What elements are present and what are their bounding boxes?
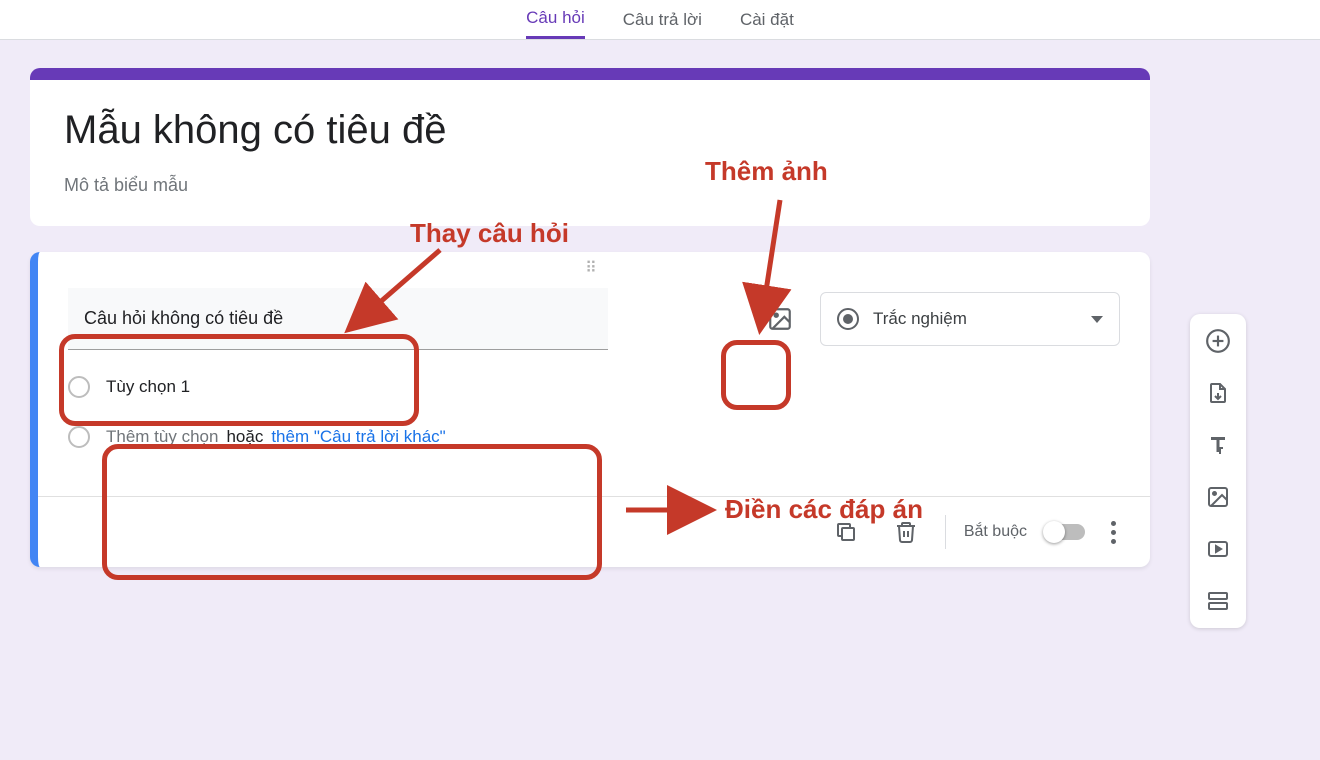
- add-section-button[interactable]: [1205, 588, 1231, 614]
- form-header-card: Mẫu không có tiêu đề Mô tả biểu mẫu: [30, 68, 1150, 226]
- question-title-input[interactable]: [68, 288, 608, 350]
- tabs-bar: Câu hỏi Câu trả lời Cài đặt: [0, 0, 1320, 40]
- form-description[interactable]: Mô tả biểu mẫu: [64, 175, 1116, 196]
- annotation-label-answers: Điền các đáp án: [725, 494, 923, 525]
- divider: [945, 515, 946, 549]
- add-image-button[interactable]: [756, 295, 804, 343]
- add-option-button[interactable]: Thêm tùy chọn: [106, 427, 218, 447]
- add-image-tool-button[interactable]: [1205, 484, 1231, 510]
- question-type-select[interactable]: Trắc nghiệm: [820, 292, 1120, 346]
- question-card: ⠿ Trắc nghiệm Tùy chọn 1 Thêm tùy c: [30, 252, 1150, 567]
- add-title-button[interactable]: [1205, 432, 1231, 458]
- option-1-text[interactable]: Tùy chọn 1: [106, 377, 190, 397]
- more-options-button[interactable]: [1103, 513, 1124, 552]
- image-icon: [767, 306, 793, 332]
- tab-settings[interactable]: Cài đặt: [740, 2, 794, 38]
- annotation-label-question: Thay câu hỏi: [410, 218, 569, 249]
- image-icon: [1206, 485, 1230, 509]
- add-question-button[interactable]: [1205, 328, 1231, 354]
- radio-empty-icon: [68, 426, 90, 448]
- required-toggle[interactable]: [1045, 524, 1085, 540]
- tab-responses[interactable]: Câu trả lời: [623, 2, 702, 38]
- radio-empty-icon: [68, 376, 90, 398]
- required-label: Bắt buộc: [964, 523, 1027, 541]
- import-icon: [1206, 381, 1230, 405]
- or-label: hoặc: [226, 427, 263, 447]
- add-video-button[interactable]: [1205, 536, 1231, 562]
- question-type-label: Trắc nghiệm: [873, 309, 1077, 329]
- section-icon: [1206, 589, 1230, 613]
- add-option-row: Thêm tùy chọn hoặc thêm "Câu trả lời khá…: [68, 426, 1120, 448]
- option-row-1: Tùy chọn 1: [68, 376, 1120, 398]
- question-footer: Bắt buộc: [38, 496, 1150, 567]
- tab-questions[interactable]: Câu hỏi: [526, 0, 585, 39]
- side-toolbar: [1190, 314, 1246, 628]
- radio-icon: [837, 308, 859, 330]
- add-other-link[interactable]: thêm "Câu trả lời khác": [271, 427, 445, 447]
- annotation-label-image: Thêm ảnh: [705, 156, 828, 187]
- chevron-down-icon: [1091, 316, 1103, 323]
- form-title[interactable]: Mẫu không có tiêu đề: [64, 108, 1116, 153]
- text-icon: [1206, 433, 1230, 457]
- plus-circle-icon: [1205, 328, 1231, 354]
- drag-handle-icon[interactable]: ⠿: [38, 258, 1150, 278]
- video-icon: [1206, 537, 1230, 561]
- import-questions-button[interactable]: [1205, 380, 1231, 406]
